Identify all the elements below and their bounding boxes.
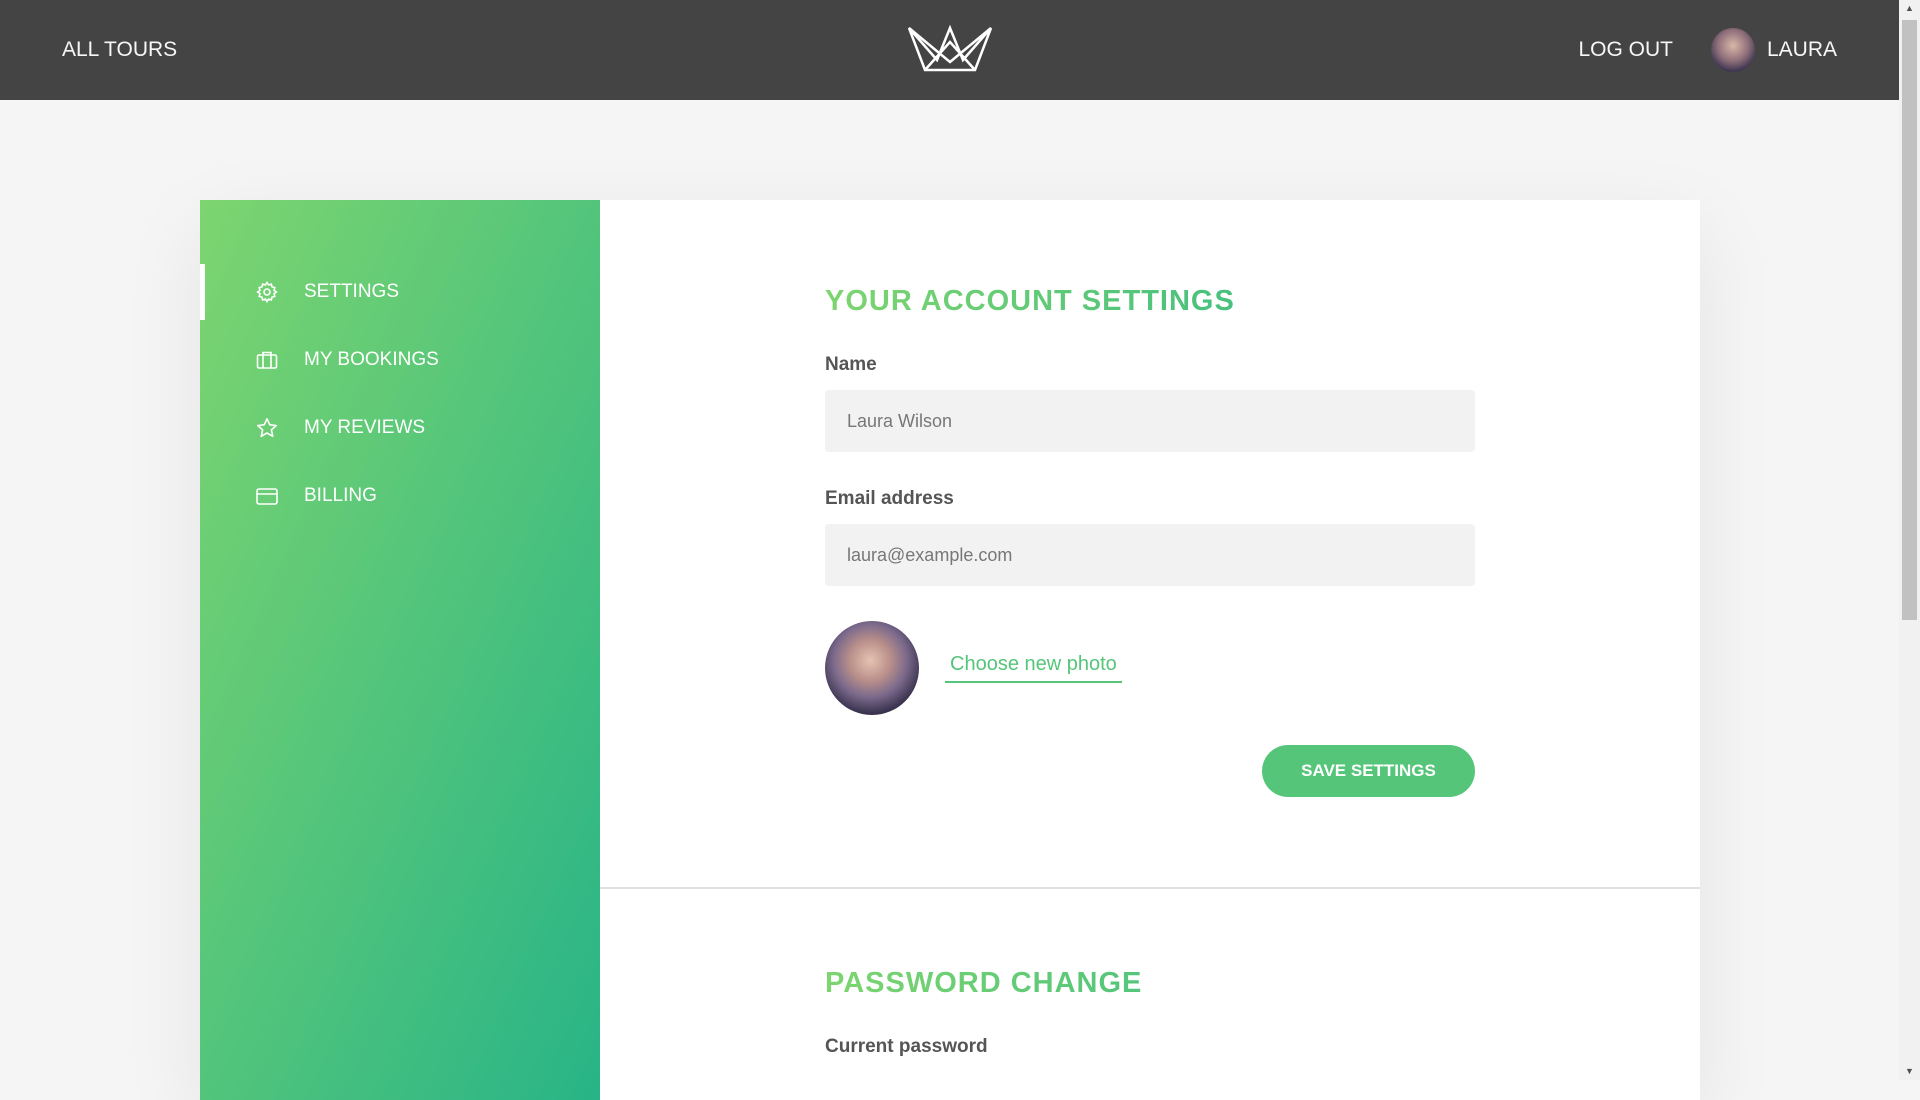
sidebar-item-label: BILLING — [304, 485, 377, 506]
sidebar-item-label: MY BOOKINGS — [304, 349, 439, 370]
logo-icon[interactable] — [905, 22, 995, 74]
choose-photo-link[interactable]: Choose new photo — [945, 653, 1122, 683]
settings-content: YOUR ACCOUNT SETTINGS Name Email address… — [600, 200, 1700, 1100]
all-tours-link[interactable]: ALL TOURS — [62, 38, 177, 62]
name-label: Name — [825, 354, 877, 375]
scroll-thumb[interactable] — [1902, 20, 1917, 620]
sidebar-item-my-bookings[interactable]: MY BOOKINGS — [200, 332, 600, 388]
user-menu[interactable]: LAURA — [1710, 28, 1837, 72]
current-password-label: Current password — [825, 1036, 988, 1057]
sidebar: SETTINGS MY BOOKINGS MY REVIEWS BILLING — [200, 200, 600, 1100]
header-right: LOG OUT LAURA — [1578, 28, 1837, 72]
email-input[interactable] — [825, 524, 1475, 586]
save-row: SAVE SETTINGS — [825, 745, 1475, 797]
sidebar-item-label: MY REVIEWS — [304, 417, 426, 438]
email-label: Email address — [825, 488, 954, 509]
sidebar-item-label: SETTINGS — [304, 281, 400, 302]
avatar — [1710, 28, 1755, 72]
photo-row: Choose new photo — [825, 621, 1475, 715]
scroll-up-icon[interactable]: ▲ — [1899, 0, 1920, 17]
save-settings-button[interactable]: SAVE SETTINGS — [1262, 745, 1475, 797]
log-out-link[interactable]: LOG OUT — [1578, 38, 1673, 62]
sidebar-item-settings[interactable]: SETTINGS — [200, 264, 600, 320]
scrollbar[interactable]: ▲ ▼ — [1899, 0, 1920, 1080]
scroll-down-icon[interactable]: ▼ — [1899, 1063, 1920, 1080]
account-card: SETTINGS MY BOOKINGS MY REVIEWS BILLING … — [200, 200, 1700, 1100]
briefcase-icon — [255, 348, 279, 372]
sidebar-item-my-reviews[interactable]: MY REVIEWS — [200, 400, 600, 456]
name-input[interactable] — [825, 390, 1475, 452]
gear-icon — [255, 280, 279, 304]
password-change-section: PASSWORD CHANGE Current password — [600, 889, 1700, 1058]
user-name: LAURA — [1766, 38, 1837, 61]
account-settings-section: YOUR ACCOUNT SETTINGS Name Email address… — [600, 200, 1700, 889]
top-header: ALL TOURS LOG OUT LAURA — [0, 0, 1899, 100]
sidebar-item-billing[interactable]: BILLING — [200, 468, 600, 524]
password-change-heading: PASSWORD CHANGE — [825, 967, 1475, 1000]
user-photo — [825, 621, 919, 715]
account-settings-heading: YOUR ACCOUNT SETTINGS — [825, 285, 1475, 318]
credit-card-icon — [255, 484, 279, 508]
star-icon — [255, 416, 279, 440]
